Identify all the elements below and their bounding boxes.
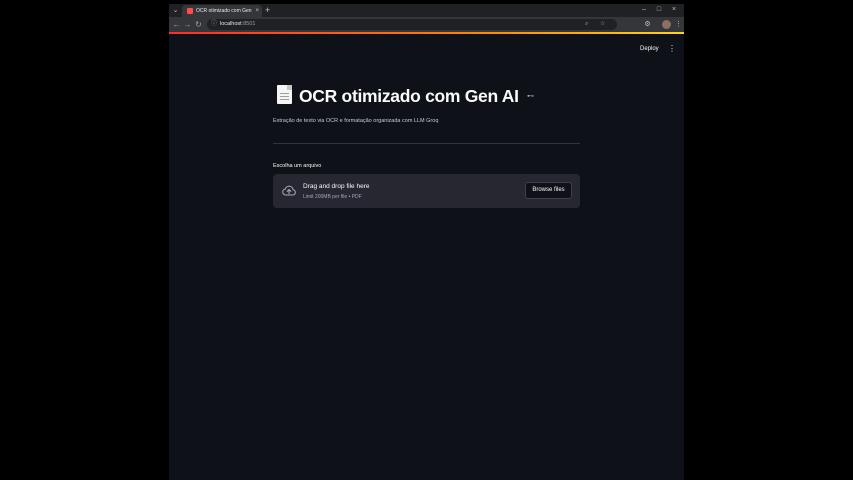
file-uploader-label: Escolha um arquivo	[273, 163, 322, 169]
back-icon[interactable]: ←	[172, 20, 181, 29]
tab-title: OCR otimizado com Gen AI	[196, 8, 252, 14]
tab-close-icon[interactable]: ×	[255, 7, 259, 15]
address-url[interactable]: localhost:8501	[220, 20, 255, 29]
browser-window: ⌄ OCR otimizado com Gen AI × + – □ × ← →…	[169, 4, 684, 480]
page-subtitle: Extração de texto via OCR e formatação o…	[273, 118, 439, 124]
bookmark-star-icon[interactable]: ☆	[600, 20, 605, 29]
zoom-icon[interactable]: ⌕	[585, 20, 588, 29]
tab-search-icon[interactable]: ⌄	[171, 6, 180, 15]
file-dropzone[interactable]: Drag and drop file here Limit 200MB per …	[273, 174, 580, 208]
dropzone-limit: Limit 200MB per file • PDF	[303, 194, 362, 200]
tab-strip: ⌄ OCR otimizado com Gen AI × + – □ ×	[169, 4, 684, 17]
profile-avatar[interactable]	[662, 20, 671, 29]
extensions-icon[interactable]: ⚙	[643, 20, 652, 29]
cloud-upload-icon	[282, 185, 296, 196]
browser-tab[interactable]: OCR otimizado com Gen AI ×	[182, 5, 262, 17]
heading-anchor-link-icon[interactable]: ⊷	[527, 92, 534, 101]
streamlit-top-decoration	[169, 32, 684, 34]
page-facing-up-icon	[277, 85, 292, 104]
browse-files-button[interactable]: Browse files	[525, 182, 572, 199]
browser-menu-icon[interactable]: ⋮	[674, 20, 683, 29]
divider	[273, 143, 580, 144]
dropzone-instructions: Drag and drop file here	[303, 183, 370, 190]
new-tab-button[interactable]: +	[265, 5, 270, 16]
streamlit-favicon-icon	[187, 8, 193, 14]
main-menu-icon[interactable]: ⋮	[668, 44, 676, 53]
address-bar[interactable]: ⓘ localhost:8501 ⌕ ☆	[207, 19, 617, 30]
maximize-button[interactable]: □	[654, 5, 664, 15]
site-info-icon[interactable]: ⓘ	[211, 20, 217, 29]
close-window-button[interactable]: ×	[669, 5, 679, 15]
deploy-button[interactable]: Deploy	[640, 45, 659, 53]
minimize-button[interactable]: –	[639, 5, 649, 15]
reload-icon[interactable]: ↻	[194, 20, 203, 29]
page-title-text: OCR otimizado com Gen AI	[299, 86, 519, 106]
browser-toolbar: ← → ↻ ⓘ localhost:8501 ⌕ ☆ ⚙ ⋮	[169, 17, 684, 32]
forward-icon[interactable]: →	[183, 20, 192, 29]
page-title: OCR otimizado com Gen AI ⊷	[273, 83, 580, 109]
